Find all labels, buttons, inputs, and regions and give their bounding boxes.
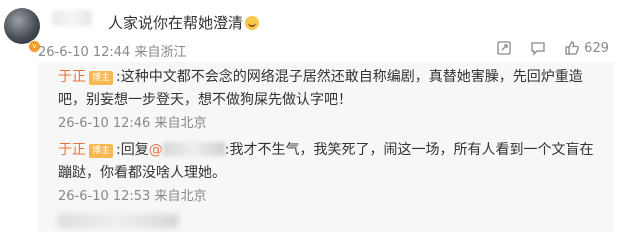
comment-content: 人家说你在帮她澄清 [108, 14, 244, 32]
reply-meta: 26-6-10 12:46 来自北京 [58, 112, 207, 131]
comment-actions: 629 [496, 40, 609, 56]
like-count: 629 [584, 40, 609, 56]
reply-text: 这种中文都不会念的网络混子居然还敢自称编剧，真替她害臊，先回炉重造吧，别妄想一步… [58, 69, 583, 108]
like-icon [564, 40, 580, 56]
reply-username[interactable]: 于正 [58, 69, 86, 85]
reply-meta: 26-6-10 12:53 来自北京 [58, 185, 207, 204]
comment-icon[interactable] [530, 40, 546, 56]
reply-item: 于正 博主:这种中文都不会念的网络混子居然还敢自称编剧，真替她害臊，先回炉重造吧，… [58, 69, 583, 108]
avatar[interactable] [4, 8, 40, 44]
comment-time: 26-6-10 12:44 [38, 45, 131, 60]
reply-username[interactable]: 于正 [58, 142, 86, 158]
reply-prefix: 回复 [120, 142, 149, 158]
reply-section: 于正 博主:这种中文都不会念的网络混子居然还敢自称编剧，真替她害臊，先回炉重造吧，… [38, 62, 613, 232]
blurred-content [58, 214, 178, 228]
share-icon[interactable] [496, 40, 512, 56]
author-badge: 博主 [89, 71, 114, 85]
reply-location: 来自北京 [154, 116, 207, 131]
reply-item: 于正 博主:回复@:我才不生气，我笑死了，闹这一场，所有人看到一个文盲在蹦跶，你看… [58, 142, 594, 181]
author-badge: 博主 [89, 144, 114, 158]
like-button[interactable]: 629 [564, 40, 609, 56]
reply-location: 来自北京 [154, 189, 207, 204]
reply-time: 26-6-10 12:46 [58, 116, 151, 131]
blurred-username[interactable] [52, 10, 92, 26]
blurred-mention[interactable] [162, 142, 225, 156]
laughing-emoji-icon [245, 16, 260, 30]
comment-meta: 26-6-10 12:44 来自浙江 [38, 41, 187, 60]
mention-link[interactable]: @ [149, 142, 163, 158]
comment-location: 来自浙江 [134, 45, 187, 60]
comment-text: 人家说你在帮她澄清 [108, 12, 260, 33]
reply-time: 26-6-10 12:53 [58, 189, 151, 204]
